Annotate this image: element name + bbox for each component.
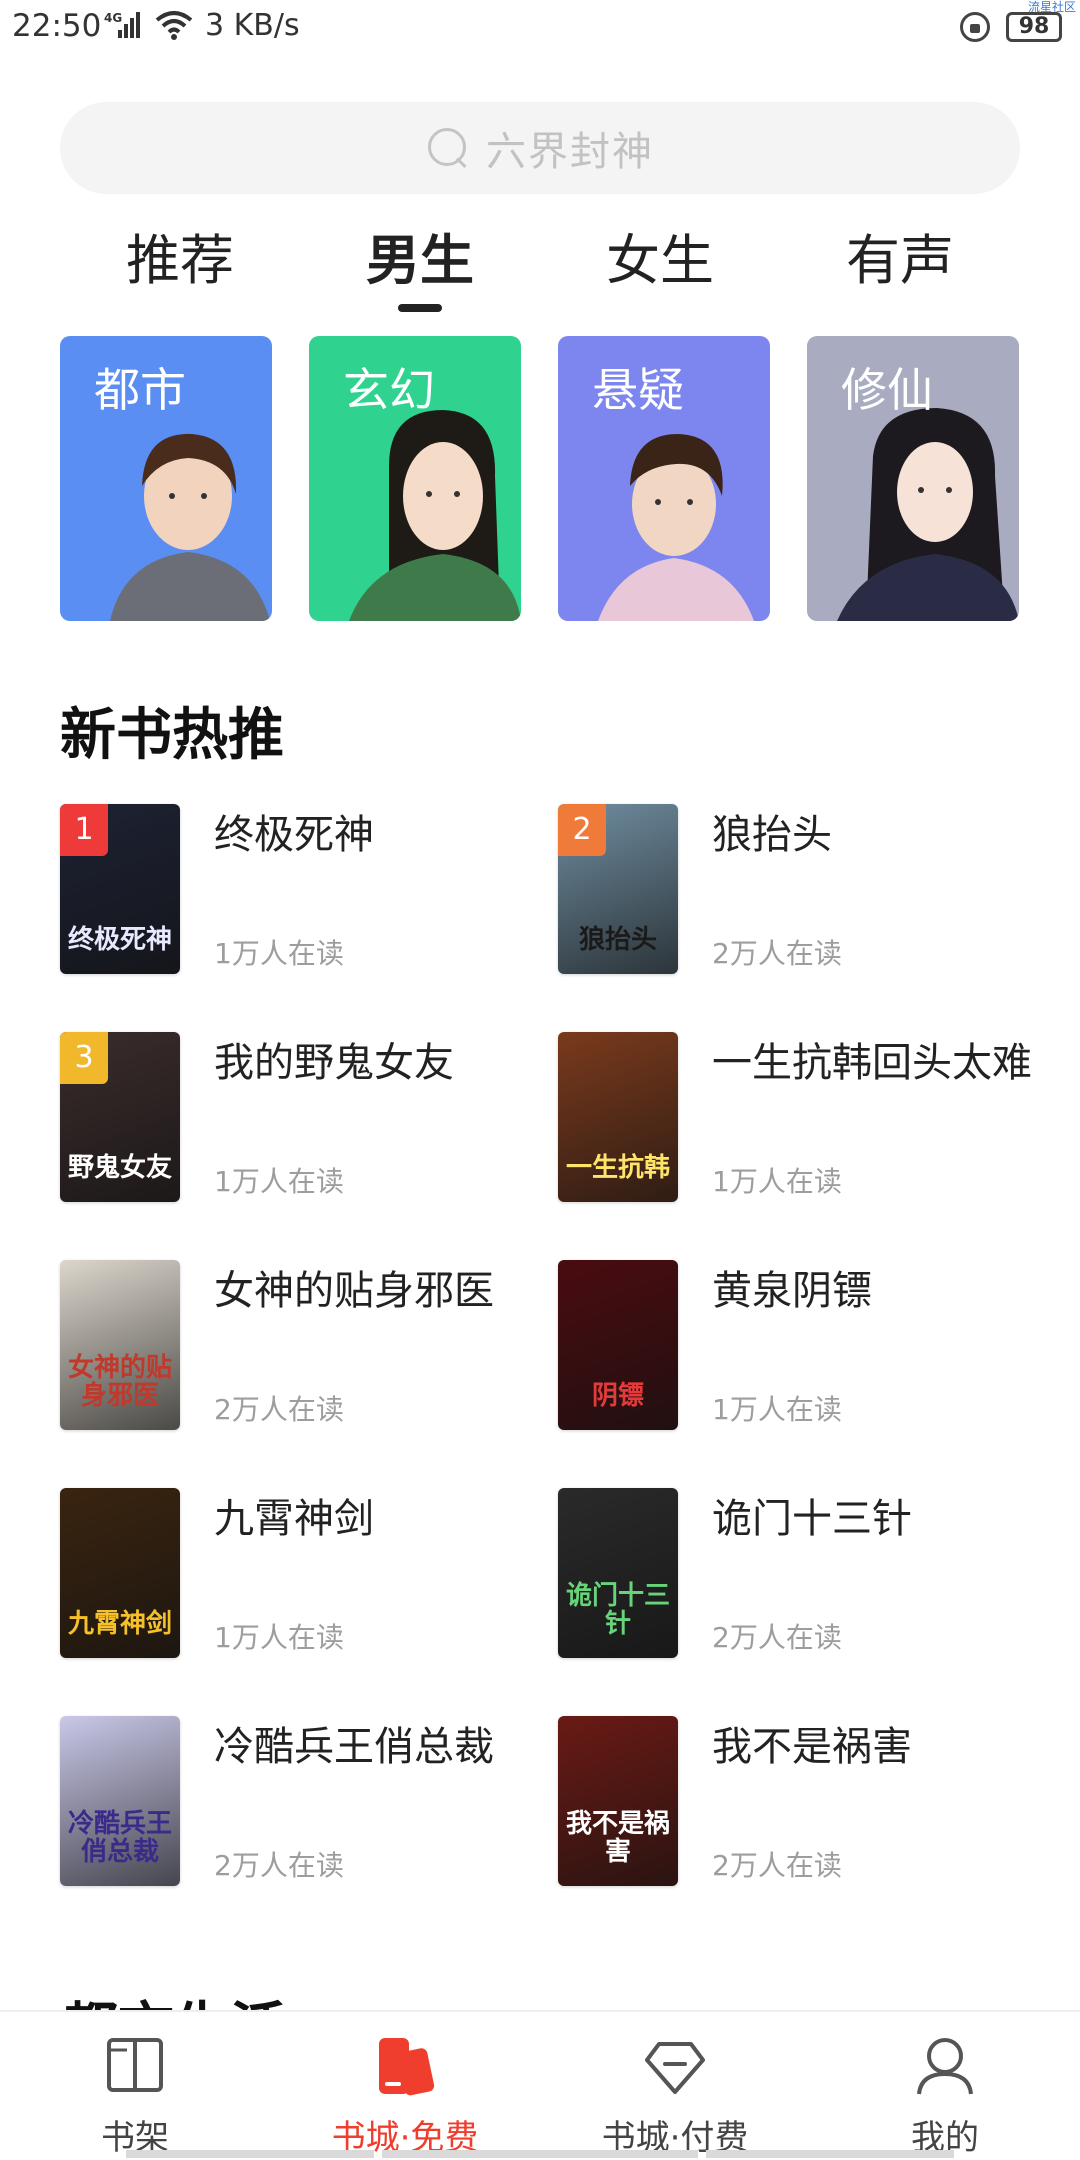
genre-card-cultivation[interactable]: 修仙 xyxy=(807,336,1019,621)
genre-card-urban[interactable]: 都市 xyxy=(60,336,272,621)
search-placeholder: 六界封神 xyxy=(486,129,654,175)
book-cover: 终极死神 1 xyxy=(60,804,180,974)
book-readers: 1万人在读 xyxy=(214,1165,344,1198)
book-title: 狼抬头 xyxy=(712,812,832,858)
book-title: 我的野鬼女友 xyxy=(214,1040,454,1086)
book-item[interactable]: 我不是祸害 我不是祸害 2万人在读 xyxy=(558,1716,1038,1886)
book-cover: 野鬼女友 3 xyxy=(60,1032,180,1202)
cover-title: 终极死神 xyxy=(67,925,172,955)
genre-label: 修仙 xyxy=(841,363,933,417)
book-cover: 冷酷兵王俏总裁 xyxy=(60,1716,180,1886)
book-cover: 我不是祸害 xyxy=(558,1716,678,1886)
tab-female[interactable]: 女生 xyxy=(540,222,780,312)
status-bar: 22:50 4G 3 KB/s 98 流星社区 xyxy=(0,0,1080,56)
book-readers: 1万人在读 xyxy=(214,1621,344,1654)
genre-label: 都市 xyxy=(94,363,186,417)
book-item[interactable]: 女神的贴身邪医 女神的贴身邪医 2万人在读 xyxy=(60,1260,540,1430)
store-icon xyxy=(379,2038,435,2096)
rotation-lock-icon xyxy=(960,12,990,42)
book-cover: 九霄神剑 xyxy=(60,1488,180,1658)
cover-title: 冷酷兵王俏总裁 xyxy=(67,1809,172,1867)
book-item[interactable]: 阴镖 黄泉阴镖 1万人在读 xyxy=(558,1260,1038,1430)
section-title: 新书热推 xyxy=(60,703,284,768)
nav-bookshelf[interactable]: 书架 xyxy=(0,2012,270,2160)
cover-title: 女神的贴身邪医 xyxy=(67,1353,172,1411)
rank-badge: 2 xyxy=(558,804,606,856)
book-cover: 女神的贴身邪医 xyxy=(60,1260,180,1430)
nav-profile[interactable]: 我的 xyxy=(810,2012,1080,2160)
rank-badge: 1 xyxy=(60,804,108,856)
nav-store-paid[interactable]: 书城·付费 xyxy=(540,2012,810,2160)
book-item[interactable]: 一生抗韩 一生抗韩回头太难 1万人在读 xyxy=(558,1032,1038,1202)
status-time: 22:50 xyxy=(12,8,102,44)
nav-store-free[interactable]: 书城·免费 xyxy=(270,2012,540,2160)
book-title: 我不是祸害 xyxy=(712,1724,912,1770)
search-icon xyxy=(426,126,470,170)
book-readers: 1万人在读 xyxy=(712,1165,842,1198)
rank-badge: 3 xyxy=(60,1032,108,1084)
book-readers: 2万人在读 xyxy=(712,937,842,970)
home-indicator xyxy=(126,2150,954,2158)
user-icon xyxy=(917,2038,973,2095)
cover-title: 阴镖 xyxy=(591,1381,644,1411)
cover-title: 狼抬头 xyxy=(578,925,657,955)
genre-label: 玄幻 xyxy=(343,363,435,417)
book-cover: 阴镖 xyxy=(558,1260,678,1430)
book-icon xyxy=(107,2038,163,2092)
book-readers: 1万人在读 xyxy=(712,1393,842,1426)
genre-card-mystery[interactable]: 悬疑 xyxy=(558,336,770,621)
diamond-icon xyxy=(645,2042,705,2094)
book-readers: 2万人在读 xyxy=(712,1849,842,1882)
book-title: 九霄神剑 xyxy=(214,1496,374,1542)
book-title: 诡门十三针 xyxy=(712,1496,912,1542)
tab-audio[interactable]: 有声 xyxy=(780,222,1020,312)
signal-icon xyxy=(118,10,142,38)
book-readers: 1万人在读 xyxy=(214,937,344,970)
corner-tag: 流星社区 xyxy=(1028,0,1077,14)
book-item[interactable]: 诡门十三针 诡门十三针 2万人在读 xyxy=(558,1488,1038,1658)
book-title: 一生抗韩回头太难 xyxy=(712,1040,1032,1086)
cover-title: 我不是祸害 xyxy=(565,1809,670,1867)
genre-card-fantasy[interactable]: 玄幻 xyxy=(309,336,521,621)
tab-male[interactable]: 男生 xyxy=(300,222,540,312)
genre-label: 悬疑 xyxy=(592,363,684,417)
book-readers: 2万人在读 xyxy=(214,1849,344,1882)
battery-indicator: 98 xyxy=(1006,12,1062,42)
category-tabs: 推荐 男生 女生 有声 xyxy=(60,222,1020,312)
book-item[interactable]: 终极死神 1 终极死神 1万人在读 xyxy=(60,804,540,974)
genre-cards: 都市 玄幻 悬疑 修仙 xyxy=(60,336,1020,621)
book-title: 冷酷兵王俏总裁 xyxy=(214,1724,494,1770)
book-readers: 2万人在读 xyxy=(214,1393,344,1426)
tab-recommend[interactable]: 推荐 xyxy=(60,222,300,312)
book-title: 终极死神 xyxy=(214,812,374,858)
cover-title: 诡门十三针 xyxy=(565,1581,670,1639)
cover-title: 一生抗韩 xyxy=(565,1153,670,1183)
book-title: 女神的贴身邪医 xyxy=(214,1268,494,1314)
book-cover: 诡门十三针 xyxy=(558,1488,678,1658)
book-cover: 一生抗韩 xyxy=(558,1032,678,1202)
book-item[interactable]: 九霄神剑 九霄神剑 1万人在读 xyxy=(60,1488,540,1658)
book-item[interactable]: 冷酷兵王俏总裁 冷酷兵王俏总裁 2万人在读 xyxy=(60,1716,540,1886)
cover-title: 野鬼女友 xyxy=(67,1153,172,1183)
book-item[interactable]: 野鬼女友 3 我的野鬼女友 1万人在读 xyxy=(60,1032,540,1202)
network-speed: 3 KB/s xyxy=(205,8,300,43)
search-bar[interactable]: 六界封神 xyxy=(60,102,1020,194)
screen: 22:50 4G 3 KB/s 98 流星社区 六界封神 推荐 男生 女生 有声 xyxy=(0,0,1080,2160)
book-item[interactable]: 狼抬头 2 狼抬头 2万人在读 xyxy=(558,804,1038,974)
bottom-nav: 书架 书城·免费 书城·付费 我的 xyxy=(0,2010,1080,2160)
book-readers: 2万人在读 xyxy=(712,1621,842,1654)
wifi-icon xyxy=(155,11,193,40)
book-cover: 狼抬头 2 xyxy=(558,804,678,974)
book-title: 黄泉阴镖 xyxy=(712,1268,872,1314)
cover-title: 九霄神剑 xyxy=(67,1609,172,1639)
